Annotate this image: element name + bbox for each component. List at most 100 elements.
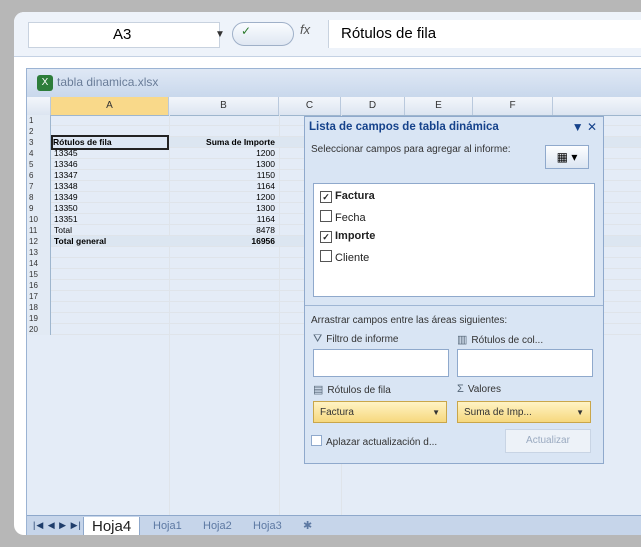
close-icon[interactable]: ✕	[587, 120, 597, 134]
row-number[interactable]: 7	[27, 181, 51, 192]
cell-b[interactable]: 16956	[167, 236, 275, 247]
formula-value-field[interactable]: Rótulos de fila	[328, 20, 641, 48]
columns-icon: ▥	[457, 334, 468, 346]
filter-icon: ⛛	[313, 333, 323, 345]
tab-hoja4[interactable]: Hoja4	[83, 517, 141, 535]
column-header-f[interactable]: F	[473, 97, 553, 115]
excel-window: A3 ▼ ✓ fx Rótulos de fila X tabla dinami…	[14, 12, 641, 535]
row-number[interactable]: 13	[27, 247, 51, 258]
rows-icon: ▤	[313, 384, 324, 396]
row-number[interactable]: 11	[27, 225, 51, 236]
cell-a[interactable]: 13345	[54, 148, 78, 159]
tab-hoja1[interactable]: Hoja1	[145, 517, 190, 535]
panel-controls[interactable]: ▼ ✕	[572, 120, 597, 134]
column-header-d[interactable]: D	[341, 97, 405, 115]
cell-b[interactable]: 1164	[167, 214, 275, 225]
chevron-down-icon[interactable]: ▼	[215, 23, 225, 47]
pivot-field-list-panel: Lista de campos de tabla dinámica ▼ ✕ Se…	[304, 116, 604, 464]
row-number[interactable]: 10	[27, 214, 51, 225]
cell-a[interactable]: 13350	[54, 203, 78, 214]
cell-b[interactable]: 1300	[167, 203, 275, 214]
checkbox-icon[interactable]	[311, 435, 322, 446]
column-header-a[interactable]: A	[51, 97, 169, 115]
fx-icon[interactable]: fx	[300, 22, 310, 37]
row-number[interactable]: 6	[27, 170, 51, 181]
check-icon[interactable]: ✓	[241, 24, 251, 38]
cell-b[interactable]: 1150	[167, 170, 275, 181]
column-headers: A B C D E F	[27, 97, 641, 116]
row-number[interactable]: 5	[27, 159, 51, 170]
row-number[interactable]: 3	[27, 137, 51, 148]
field-fecha[interactable]: Fecha	[320, 210, 366, 224]
checkbox-icon[interactable]	[320, 210, 332, 222]
cell-a[interactable]: 13346	[54, 159, 78, 170]
row-number[interactable]: 1	[27, 115, 51, 126]
layout-icon: ▦ ▾	[556, 150, 578, 164]
column-header-b[interactable]: B	[169, 97, 279, 115]
cell-a[interactable]: Total general	[54, 236, 106, 247]
formula-bar: A3 ▼ ✓ fx Rótulos de fila	[14, 12, 641, 57]
cell-a[interactable]: 13351	[54, 214, 78, 225]
field-importe[interactable]: ✓ Importe	[320, 230, 375, 243]
chip-label: Factura	[320, 407, 354, 418]
column-header-c[interactable]: C	[279, 97, 341, 115]
row-number[interactable]: 4	[27, 148, 51, 159]
panel-title: Lista de campos de tabla dinámica	[309, 121, 499, 133]
cell-b[interactable]: 1200	[167, 192, 275, 203]
sheet-nav-arrows-icon[interactable]: |◀ ◀ ▶ ▶|	[33, 520, 82, 531]
columns-drop-area[interactable]	[457, 349, 593, 377]
row-number[interactable]: 8	[27, 192, 51, 203]
field-cliente[interactable]: Cliente	[320, 250, 369, 264]
chevron-down-icon[interactable]: ▼	[576, 402, 584, 424]
checkbox-icon[interactable]	[320, 250, 332, 262]
row-number[interactable]: 18	[27, 302, 51, 313]
cell-b[interactable]: 1200	[167, 148, 275, 159]
tab-hoja2[interactable]: Hoja2	[195, 517, 240, 535]
cell-reference: A3	[113, 26, 132, 43]
row-number[interactable]: 19	[27, 313, 51, 324]
field-factura[interactable]: ✓ Factura	[320, 190, 375, 203]
cell-a[interactable]: Total	[54, 225, 72, 236]
chevron-down-icon[interactable]: ▼	[572, 120, 584, 134]
row-number[interactable]: 2	[27, 126, 51, 137]
area-label-filter: ⛛ Filtro de informe	[313, 333, 399, 346]
cell-b[interactable]: Suma de Importe	[167, 137, 275, 148]
cell-a[interactable]: 13347	[54, 170, 78, 181]
row-number[interactable]: 17	[27, 291, 51, 302]
update-button[interactable]: Actualizar	[505, 429, 591, 453]
row-number[interactable]: 12	[27, 236, 51, 247]
sigma-icon: Σ	[457, 383, 464, 395]
cell-b[interactable]: 1300	[167, 159, 275, 170]
row-number[interactable]: 15	[27, 269, 51, 280]
row-field-chip[interactable]: Factura ▼	[313, 401, 447, 423]
tab-hoja3[interactable]: Hoja3	[245, 517, 290, 535]
area-label-values: Σ Valores	[457, 383, 501, 395]
checkbox-checked-icon[interactable]: ✓	[320, 231, 332, 243]
cell-b[interactable]: 1164	[167, 181, 275, 192]
panel-subtitle: Seleccionar campos para agregar al infor…	[311, 144, 511, 155]
selected-cell-a3[interactable]: Rótulos de fila	[51, 135, 169, 150]
formula-cancel-confirm[interactable]: ✓	[232, 22, 294, 46]
row-number[interactable]: 16	[27, 280, 51, 291]
row-number[interactable]: 9	[27, 203, 51, 214]
area-label: Rótulos de fila	[327, 385, 391, 396]
cell-b[interactable]: 8478	[167, 225, 275, 236]
value-field-chip[interactable]: Suma de Imp... ▼	[457, 401, 591, 423]
field-label: Cliente	[335, 252, 370, 264]
field-label: Importe	[335, 230, 376, 242]
layout-options-button[interactable]: ▦ ▾	[545, 145, 589, 169]
name-box[interactable]: A3 ▼	[28, 22, 225, 48]
checkbox-checked-icon[interactable]: ✓	[320, 191, 332, 203]
defer-update-option[interactable]: Aplazar actualización d...	[311, 435, 437, 448]
cell-a[interactable]: 13348	[54, 181, 78, 192]
workbook-titlebar: X tabla dinamica.xlsx	[27, 69, 641, 97]
row-number[interactable]: 14	[27, 258, 51, 269]
select-all-corner[interactable]	[27, 97, 51, 115]
filter-drop-area[interactable]	[313, 349, 449, 377]
column-header-e[interactable]: E	[405, 97, 473, 115]
insert-sheet-icon[interactable]: ✱	[295, 517, 320, 535]
area-label: Valores	[467, 384, 501, 395]
cell-a[interactable]: 13349	[54, 192, 78, 203]
chevron-down-icon[interactable]: ▼	[432, 402, 440, 424]
row-number[interactable]: 20	[27, 324, 51, 335]
